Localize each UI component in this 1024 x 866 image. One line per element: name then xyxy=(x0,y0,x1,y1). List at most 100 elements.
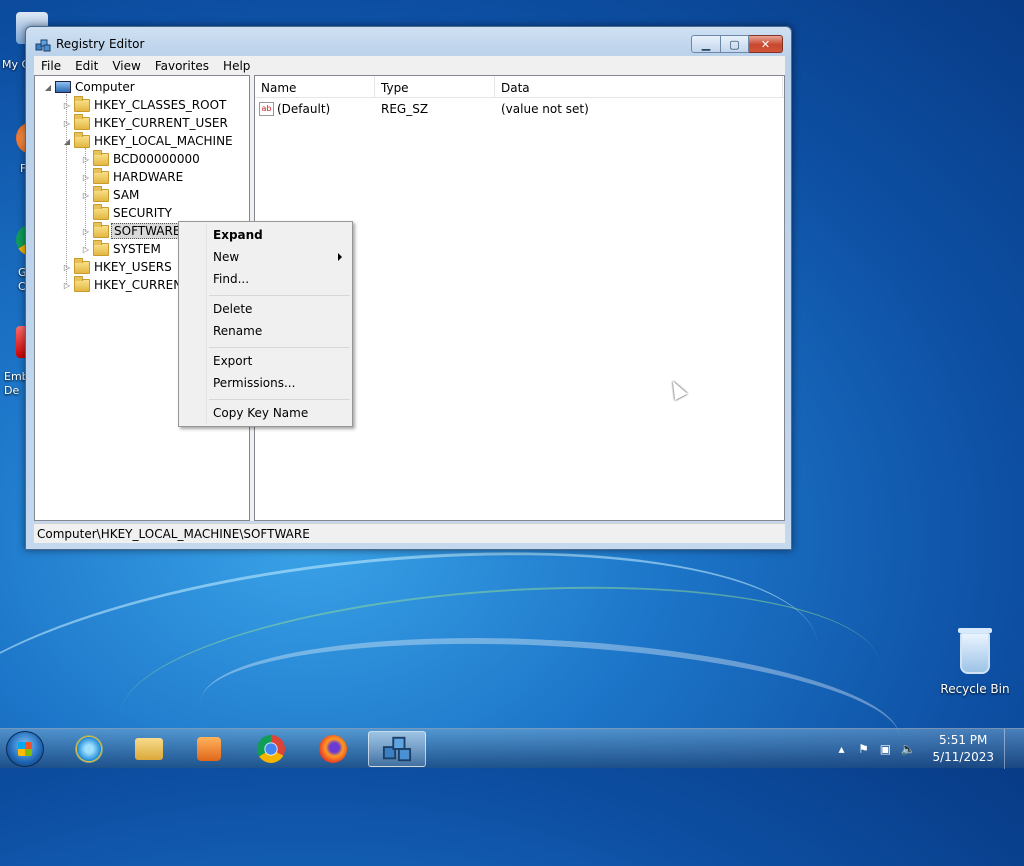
expand-arrow-icon[interactable]: ▷ xyxy=(81,190,91,200)
recycle-bin-icon xyxy=(958,628,992,674)
tree-node-hardware[interactable]: ▷ HARDWARE xyxy=(81,167,184,186)
expand-arrow-icon[interactable]: ▷ xyxy=(81,244,91,254)
taskbar: ▴ ⚑ ▣ 🔈 5:51 PM 5/11/2023 xyxy=(0,728,1024,769)
window-title: Registry Editor xyxy=(56,37,145,51)
value-type: REG_SZ xyxy=(381,102,429,116)
menu-favorites[interactable]: Favorites xyxy=(148,59,216,73)
tree-node-system[interactable]: ▷ SYSTEM xyxy=(81,239,161,258)
tree-node-label: HKEY_LOCAL_MACHINE xyxy=(94,134,233,148)
media-player-icon xyxy=(197,737,221,761)
tree-node-label: SECURITY xyxy=(113,206,172,220)
tree-node-computer[interactable]: ◢ Computer xyxy=(43,78,135,96)
tree-node-label: SAM xyxy=(113,188,140,202)
expand-arrow-icon[interactable]: ▷ xyxy=(62,262,72,272)
registry-editor-window: Registry Editor ▁ ▢ ✕ File Edit View Fav… xyxy=(25,26,792,550)
column-header-type[interactable]: Type xyxy=(375,76,495,97)
computer-icon xyxy=(55,81,71,93)
action-center-flag-icon[interactable]: ⚑ xyxy=(856,742,870,756)
firefox-icon xyxy=(319,735,347,763)
folder-icon xyxy=(74,131,90,148)
show-hidden-icons-icon[interactable]: ▴ xyxy=(834,742,848,756)
context-menu-rename[interactable]: Rename xyxy=(213,324,262,338)
collapse-arrow-icon[interactable]: ◢ xyxy=(62,136,72,146)
title-bar[interactable]: Registry Editor ▁ ▢ ✕ xyxy=(26,27,791,59)
tree-node-software[interactable]: ▷ SOFTWARE xyxy=(81,221,184,240)
value-data: (value not set) xyxy=(501,102,589,116)
tree-node-security[interactable]: SECURITY xyxy=(81,203,172,222)
context-menu-find[interactable]: Find... xyxy=(213,272,249,286)
column-header-data[interactable]: Data xyxy=(495,76,783,97)
taskbar-media-player[interactable] xyxy=(182,731,236,767)
chrome-icon xyxy=(257,735,285,763)
tree-node-label: HKEY_CLASSES_ROOT xyxy=(94,98,227,112)
registry-editor-icon xyxy=(35,39,51,52)
minimize-icon: ▁ xyxy=(701,37,711,51)
taskbar-internet-explorer[interactable] xyxy=(62,731,116,767)
tree-node-sam[interactable]: ▷ SAM xyxy=(81,185,140,204)
close-icon: ✕ xyxy=(760,37,771,51)
context-menu-export[interactable]: Export xyxy=(213,354,252,368)
folder-icon xyxy=(93,203,109,220)
menu-separator xyxy=(209,295,350,296)
tree-node-hkey-current-user[interactable]: ▷ HKEY_CURRENT_USER xyxy=(62,113,228,132)
submenu-arrow-icon xyxy=(338,253,342,261)
minimize-button[interactable]: ▁ xyxy=(691,35,721,53)
tree-node-label: HKEY_CURRENT xyxy=(94,278,190,292)
tree-node-hkey-users[interactable]: ▷ HKEY_USERS xyxy=(62,257,172,276)
tree-node-label: SYSTEM xyxy=(113,242,161,256)
status-bar: Computer\HKEY_LOCAL_MACHINE\SOFTWARE xyxy=(34,523,785,543)
clock[interactable]: 5:51 PM 5/11/2023 xyxy=(932,732,994,766)
context-menu-new[interactable]: New xyxy=(213,250,239,264)
expand-arrow-icon[interactable]: ▷ xyxy=(81,154,91,164)
menu-view[interactable]: View xyxy=(105,59,147,73)
value-name: (Default) xyxy=(277,102,331,116)
expand-arrow-icon[interactable]: ▷ xyxy=(62,118,72,128)
folder-icon xyxy=(93,221,109,238)
expand-arrow-icon[interactable]: ▷ xyxy=(62,100,72,110)
context-menu-expand[interactable]: Expand xyxy=(213,228,263,242)
tree-node-label: Computer xyxy=(75,80,135,94)
value-row[interactable]: ab (Default) REG_SZ (value not set) xyxy=(259,102,589,116)
collapse-arrow-icon[interactable]: ◢ xyxy=(43,82,53,92)
column-header-name[interactable]: Name xyxy=(255,76,375,97)
close-button[interactable]: ✕ xyxy=(749,35,783,53)
folder-icon xyxy=(74,113,90,130)
column-headers: Name Type Data xyxy=(255,76,784,98)
expand-arrow-icon[interactable]: ▷ xyxy=(62,280,72,290)
tree-node-label: HKEY_USERS xyxy=(94,260,172,274)
tree-node-label: BCD00000000 xyxy=(113,152,200,166)
maximize-button[interactable]: ▢ xyxy=(721,35,749,53)
context-menu-copy-key-name[interactable]: Copy Key Name xyxy=(213,406,308,420)
volume-icon[interactable]: 🔈 xyxy=(900,742,915,756)
folder-icon xyxy=(93,239,109,256)
clock-time: 5:51 PM xyxy=(939,733,988,747)
tree-node-label: HKEY_CURRENT_USER xyxy=(94,116,228,130)
taskbar-registry-editor[interactable] xyxy=(368,731,426,767)
menu-file[interactable]: File xyxy=(34,59,68,73)
menu-help[interactable]: Help xyxy=(216,59,257,73)
menu-edit[interactable]: Edit xyxy=(68,59,105,73)
show-desktop-button[interactable] xyxy=(1004,729,1016,769)
network-icon[interactable]: ▣ xyxy=(878,742,892,756)
folder-icon xyxy=(93,167,109,184)
context-menu-delete[interactable]: Delete xyxy=(213,302,252,316)
taskbar-firefox[interactable] xyxy=(306,731,360,767)
tree-node-label: HARDWARE xyxy=(113,170,184,184)
system-tray: ▴ ⚑ ▣ 🔈 5:51 PM 5/11/2023 xyxy=(830,729,1016,769)
recycle-bin-label: Recycle Bin xyxy=(940,682,1010,696)
tree-node-hkey-local-machine[interactable]: ◢ HKEY_LOCAL_MACHINE xyxy=(62,131,233,150)
expand-arrow-icon[interactable]: ▷ xyxy=(81,226,91,236)
tree-node-bcd[interactable]: ▷ BCD00000000 xyxy=(81,149,200,168)
maximize-icon: ▢ xyxy=(729,37,740,51)
start-button[interactable] xyxy=(6,731,44,767)
taskbar-file-explorer[interactable] xyxy=(122,731,176,767)
internet-explorer-icon xyxy=(75,735,103,763)
expander-blank xyxy=(81,208,91,218)
folder-icon xyxy=(93,149,109,166)
expand-arrow-icon[interactable]: ▷ xyxy=(81,172,91,182)
context-menu-permissions[interactable]: Permissions... xyxy=(213,376,295,390)
taskbar-chrome[interactable] xyxy=(244,731,298,767)
tree-node-hkey-current-config[interactable]: ▷ HKEY_CURRENT xyxy=(62,275,190,294)
tree-node-hkey-classes-root[interactable]: ▷ HKEY_CLASSES_ROOT xyxy=(62,95,227,114)
recycle-bin[interactable]: Recycle Bin xyxy=(940,628,1010,696)
